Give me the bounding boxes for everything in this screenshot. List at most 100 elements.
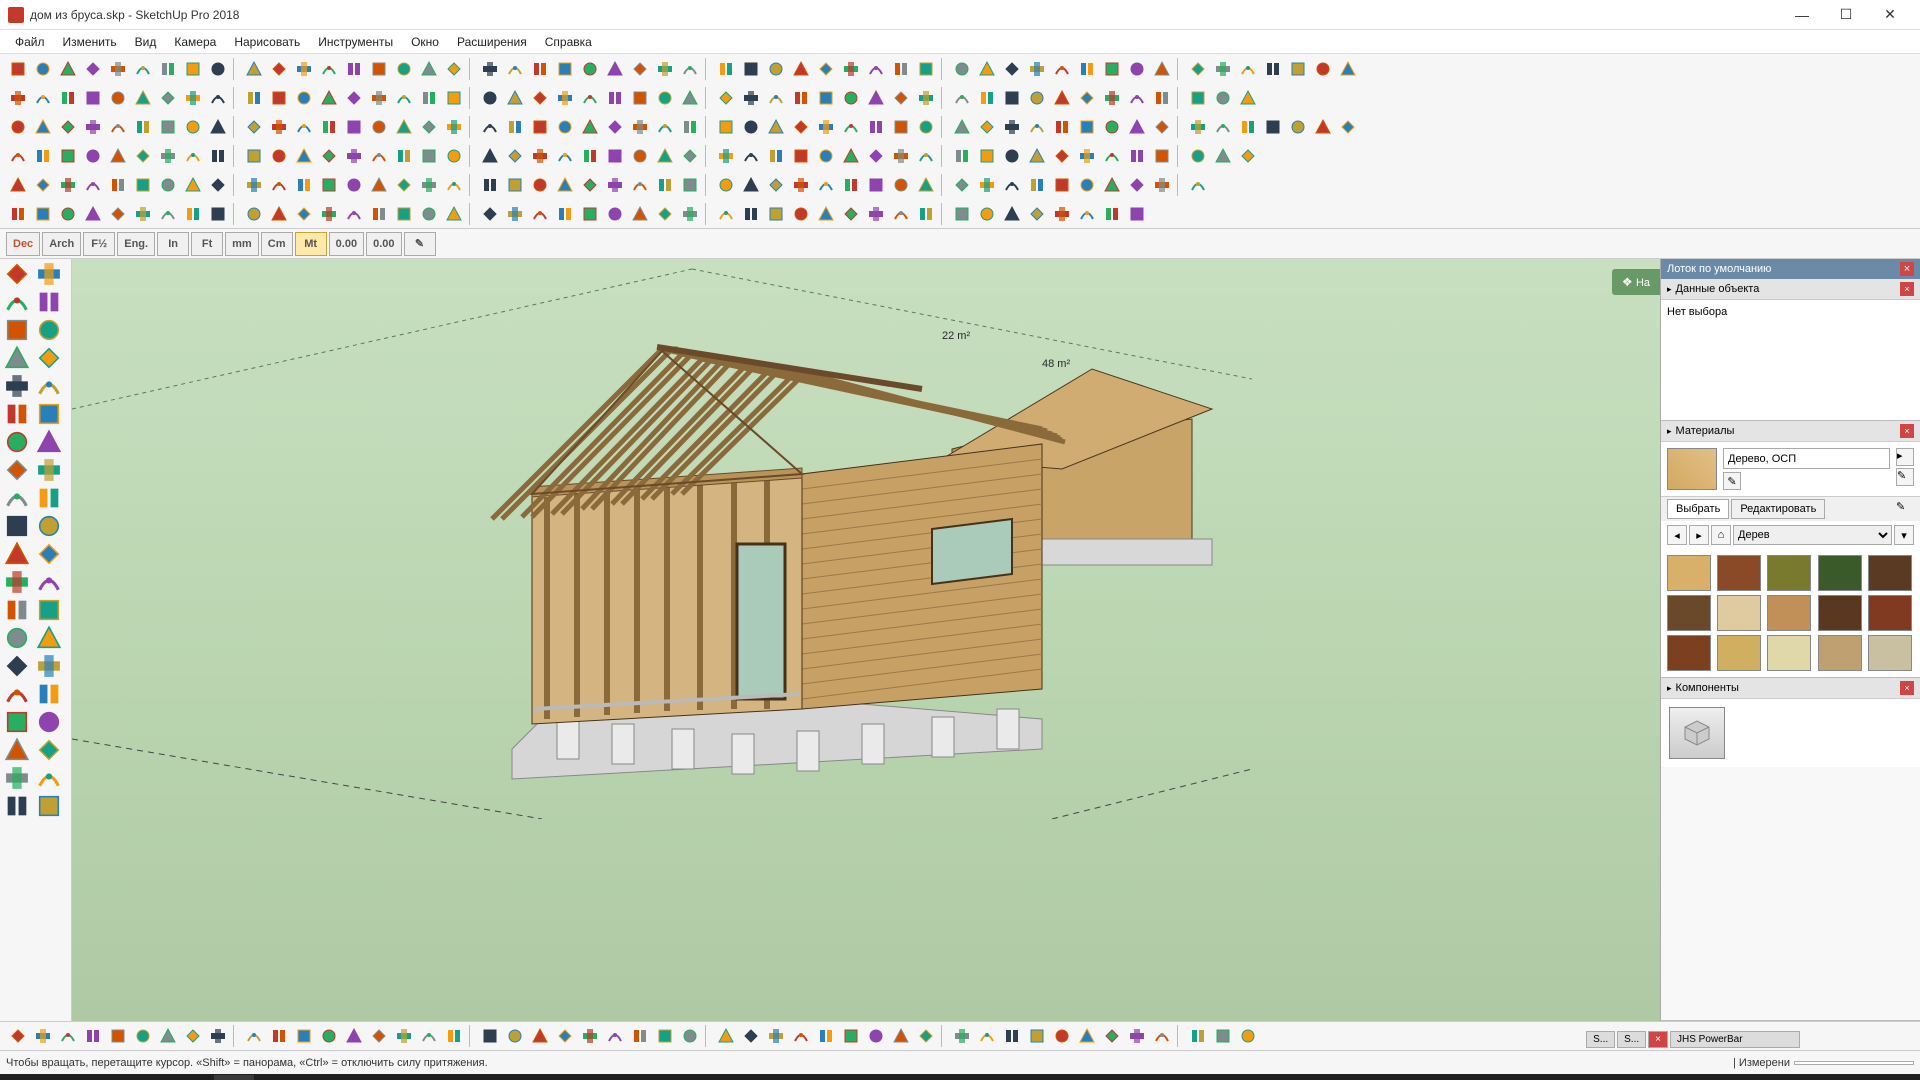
tool-button[interactable] [914, 115, 938, 139]
tool-button[interactable] [1025, 57, 1049, 81]
left-tool-button[interactable] [2, 541, 32, 567]
tool-button[interactable] [31, 173, 55, 197]
tool-button[interactable] [1100, 86, 1124, 110]
tool-button[interactable] [181, 144, 205, 168]
tool-button[interactable] [714, 57, 738, 81]
tool-button[interactable] [889, 1024, 913, 1048]
tool-button[interactable] [714, 115, 738, 139]
tool-button[interactable] [1236, 1024, 1260, 1048]
tool-button[interactable] [503, 57, 527, 81]
tool-button[interactable] [789, 115, 813, 139]
tool-button[interactable] [528, 202, 552, 226]
tool-button[interactable] [206, 57, 230, 81]
tool-button[interactable] [31, 57, 55, 81]
unit-0.00[interactable]: 0.00 [366, 232, 401, 256]
tool-button[interactable] [267, 115, 291, 139]
unit-ft[interactable]: Ft [191, 232, 223, 256]
home-button[interactable]: ⌂ [1711, 525, 1731, 545]
panel-close-icon[interactable]: × [1900, 681, 1914, 695]
tool-button[interactable] [317, 144, 341, 168]
tool-button[interactable] [889, 202, 913, 226]
app-word[interactable]: W [172, 1075, 212, 1080]
tool-button[interactable] [914, 202, 938, 226]
tool-button[interactable] [31, 1024, 55, 1048]
tool-button[interactable] [106, 115, 130, 139]
tool-button[interactable] [678, 144, 702, 168]
tool-button[interactable] [528, 1024, 552, 1048]
tool-button[interactable] [1125, 57, 1149, 81]
tool-button[interactable] [1000, 1024, 1024, 1048]
tool-button[interactable] [889, 144, 913, 168]
tool-button[interactable] [1186, 57, 1210, 81]
tool-button[interactable] [578, 57, 602, 81]
tool-button[interactable] [1125, 173, 1149, 197]
tool-button[interactable] [1150, 115, 1174, 139]
tool-button[interactable] [839, 173, 863, 197]
tool-button[interactable] [603, 1024, 627, 1048]
tool-button[interactable] [478, 86, 502, 110]
left-tool-button[interactable] [2, 317, 32, 343]
tool-button[interactable] [578, 144, 602, 168]
tool-button[interactable] [839, 86, 863, 110]
left-tool-button[interactable] [2, 625, 32, 651]
left-tool-button[interactable] [2, 373, 32, 399]
tool-button[interactable] [764, 1024, 788, 1048]
tool-button[interactable] [864, 57, 888, 81]
tool-button[interactable] [839, 1024, 863, 1048]
tool-button[interactable] [1100, 57, 1124, 81]
tool-button[interactable] [975, 173, 999, 197]
tool-button[interactable] [714, 173, 738, 197]
tool-button[interactable] [292, 173, 316, 197]
app-sketchup[interactable]: ◆ [214, 1075, 254, 1080]
tool-button[interactable] [578, 173, 602, 197]
tool-button[interactable] [1125, 144, 1149, 168]
tool-button[interactable] [242, 144, 266, 168]
tool-button[interactable] [503, 1024, 527, 1048]
tray-close-icon[interactable]: × [1900, 262, 1914, 276]
details-button[interactable]: ▾ [1894, 525, 1914, 545]
tool-button[interactable] [6, 115, 30, 139]
current-material-swatch[interactable] [1667, 448, 1717, 490]
menu-нарисовать[interactable]: Нарисовать [225, 32, 309, 52]
tool-button[interactable] [628, 173, 652, 197]
panel-close-icon[interactable]: × [1900, 282, 1914, 296]
tool-button[interactable] [764, 144, 788, 168]
tool-button[interactable] [131, 86, 155, 110]
tool-button[interactable] [1236, 57, 1260, 81]
tool-button[interactable] [528, 173, 552, 197]
tool-button[interactable] [156, 115, 180, 139]
tool-button[interactable] [317, 202, 341, 226]
tool-button[interactable] [56, 57, 80, 81]
tool-button[interactable] [181, 202, 205, 226]
tool-button[interactable] [81, 144, 105, 168]
tool-button[interactable] [1286, 115, 1310, 139]
tool-button[interactable] [392, 86, 416, 110]
tool-button[interactable] [1186, 115, 1210, 139]
tool-button[interactable] [739, 144, 763, 168]
tab-select[interactable]: Выбрать [1667, 499, 1729, 519]
tool-button[interactable] [714, 1024, 738, 1048]
tool-button[interactable] [1000, 115, 1024, 139]
tool-button[interactable] [367, 115, 391, 139]
tool-button[interactable] [478, 202, 502, 226]
tool-button[interactable] [603, 173, 627, 197]
left-tool-button[interactable] [34, 793, 64, 819]
tool-button[interactable] [342, 115, 366, 139]
material-swatch[interactable] [1667, 635, 1711, 671]
tool-button[interactable] [131, 1024, 155, 1048]
tool-button[interactable] [814, 86, 838, 110]
tool-button[interactable] [653, 173, 677, 197]
forward-button[interactable]: ▸ [1689, 525, 1709, 545]
tool-button[interactable] [839, 57, 863, 81]
tool-button[interactable] [1236, 115, 1260, 139]
left-tool-button[interactable] [34, 289, 64, 315]
tool-button[interactable] [267, 86, 291, 110]
minimize-button[interactable]: — [1780, 1, 1824, 29]
left-tool-button[interactable] [34, 317, 64, 343]
tool-button[interactable] [392, 144, 416, 168]
tool-button[interactable] [1025, 1024, 1049, 1048]
tool-button[interactable] [553, 144, 577, 168]
tool-button[interactable] [442, 173, 466, 197]
tool-button[interactable] [528, 57, 552, 81]
left-tool-button[interactable] [34, 653, 64, 679]
